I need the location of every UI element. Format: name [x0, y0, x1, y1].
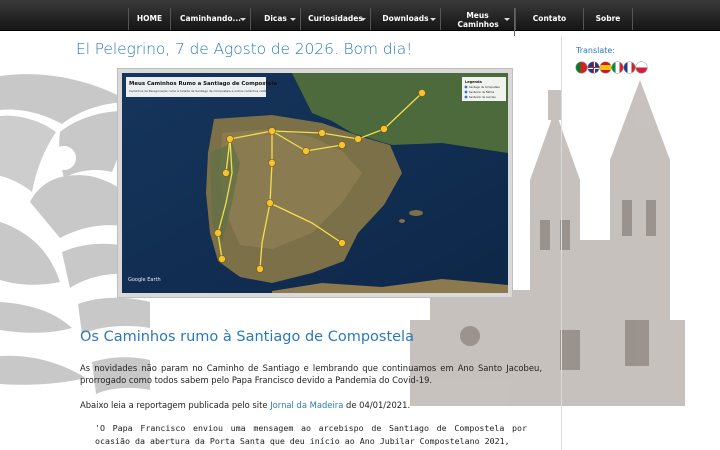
nav-contato[interactable]: Contato	[515, 8, 583, 30]
nav-meus-caminhos-label: Meus Caminhos	[457, 11, 499, 29]
map-legend-title: Legenda	[465, 80, 482, 84]
chevron-down-icon	[240, 18, 246, 21]
flag-spanish-icon[interactable]	[600, 62, 611, 73]
jornal-da-madeira-link[interactable]: Jornal da Madeira	[270, 400, 343, 410]
camino-map-image: Meus Caminhos Rumo a Santiago de Compost…	[117, 68, 513, 298]
map-subtitle: Caminhos de Peregrinação rumo à Cidade d…	[129, 89, 272, 93]
chevron-down-icon	[504, 18, 510, 21]
flag-french-icon[interactable]	[624, 62, 635, 73]
page-title: El Pelegrino, 7 de Agosto de 2026. Bom d…	[76, 40, 413, 58]
nav-dicas-label: Dicas	[264, 14, 287, 23]
nav-curiosidades-label: Curiosidades	[308, 14, 363, 23]
nav-sobre-label: Sobre	[595, 14, 621, 23]
article-title: Os Caminhos rumo à Santiago de Compostel…	[80, 329, 414, 345]
nav-home[interactable]: HOME	[128, 8, 170, 30]
translate-label: Translate:	[576, 46, 616, 55]
map-legend-item: Santuário de Lourdes	[469, 95, 496, 99]
map-legend-item: Santuário de Fátima	[469, 90, 495, 94]
nav-meus-caminhos[interactable]: Meus Caminhos	[440, 8, 514, 30]
flag-italian-icon[interactable]	[612, 62, 623, 73]
sidebar-divider	[561, 36, 562, 450]
nav-contato-label: Contato	[532, 14, 567, 23]
nav-dicas[interactable]: Dicas	[250, 8, 300, 30]
nav-caminhando-label: Caminhando...	[179, 14, 242, 23]
nav-caminhando[interactable]: Caminhando...	[170, 8, 250, 30]
map-legend-item: Santiago de Compostela	[469, 85, 500, 89]
chevron-down-icon	[360, 18, 366, 21]
top-navigation-bar: HOME Caminhando... Dicas Curiosidades Do…	[0, 0, 720, 36]
flag-portuguese-icon[interactable]	[576, 62, 587, 73]
nav-downloads-label: Downloads	[382, 14, 429, 23]
article-paragraph-2-suffix: de 04/01/2021.	[343, 400, 411, 410]
flag-polish-icon[interactable]	[636, 62, 647, 73]
chevron-down-icon	[290, 18, 296, 21]
article-paragraph-2: Abaixo leia a reportagem publicada pelo …	[80, 399, 542, 411]
nav-home-label: HOME	[136, 14, 163, 23]
map-svg: Meus Caminhos Rumo a Santiago de Compost…	[122, 73, 508, 293]
nav-curiosidades[interactable]: Curiosidades	[300, 8, 370, 30]
map-title-box	[126, 77, 266, 97]
article-paragraph-1: As novidades não param no Caminho de San…	[80, 363, 542, 385]
map-title: Meus Caminhos Rumo a Santiago de Compost…	[129, 81, 278, 87]
nav-downloads[interactable]: Downloads	[370, 8, 440, 30]
article-quote: 'O Papa Francisco enviou uma mensagem ao…	[95, 423, 527, 446]
flag-english-icon[interactable]	[588, 62, 599, 73]
map-watermark: Google Earth	[128, 277, 161, 283]
translate-flags	[576, 62, 647, 73]
article-paragraph-2-prefix: Abaixo leia a reportagem publicada pelo …	[80, 400, 271, 410]
nav-sobre[interactable]: Sobre	[583, 8, 633, 30]
chevron-down-icon	[430, 18, 436, 21]
